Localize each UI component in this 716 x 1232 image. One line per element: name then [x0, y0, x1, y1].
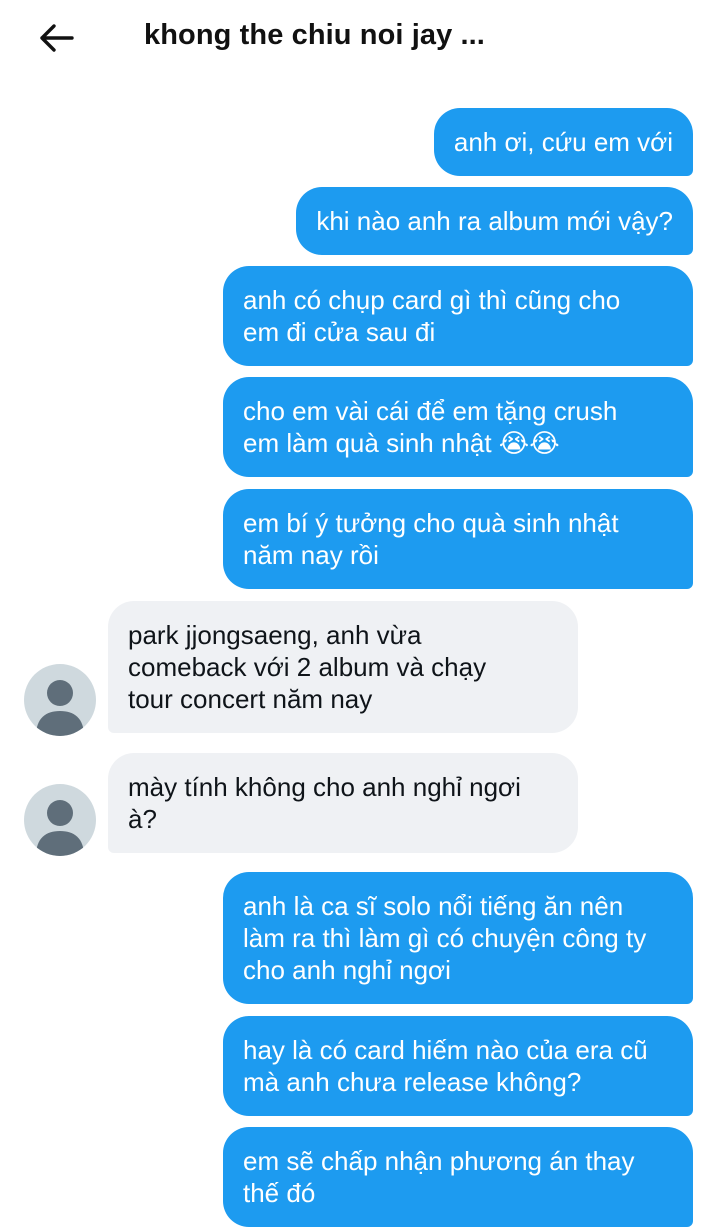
message-bubble-outgoing[interactable]: cho em vài cái để em tặng crush em làm q…: [223, 377, 693, 477]
contact-avatar[interactable]: [24, 664, 96, 736]
message-bubble-outgoing[interactable]: khi nào anh ra album mới vậy?: [296, 187, 693, 255]
conversation-header: khong the chiu noi jay ...: [0, 0, 716, 80]
message-bubble-incoming[interactable]: park jjongsaeng, anh vừa comeback với 2 …: [108, 601, 578, 733]
message-bubble-outgoing[interactable]: anh ơi, cứu em với: [433, 108, 693, 176]
default-avatar-icon: [36, 800, 84, 856]
message-bubble-incoming[interactable]: mày tính không cho anh nghỉ ngơi à?: [108, 753, 578, 853]
message-bubble-outgoing[interactable]: anh là ca sĩ solo nổi tiếng ăn nên làm r…: [223, 872, 693, 1004]
message-bubble-outgoing[interactable]: hay là có card hiếm nào của era cũ mà an…: [223, 1016, 693, 1116]
back-button[interactable]: [36, 18, 76, 58]
conversation-title: khong the chiu noi jay ...: [144, 19, 485, 51]
contact-avatar[interactable]: [24, 784, 96, 856]
default-avatar-icon: [36, 680, 84, 736]
message-bubble-outgoing[interactable]: em bí ý tưởng cho quà sinh nhật năm nay …: [223, 489, 693, 589]
arrow-left-icon: [40, 24, 74, 52]
message-bubble-outgoing[interactable]: em sẽ chấp nhận phương án thay thế đó: [223, 1127, 693, 1227]
message-bubble-outgoing[interactable]: anh có chụp card gì thì cũng cho em đi c…: [223, 266, 693, 366]
